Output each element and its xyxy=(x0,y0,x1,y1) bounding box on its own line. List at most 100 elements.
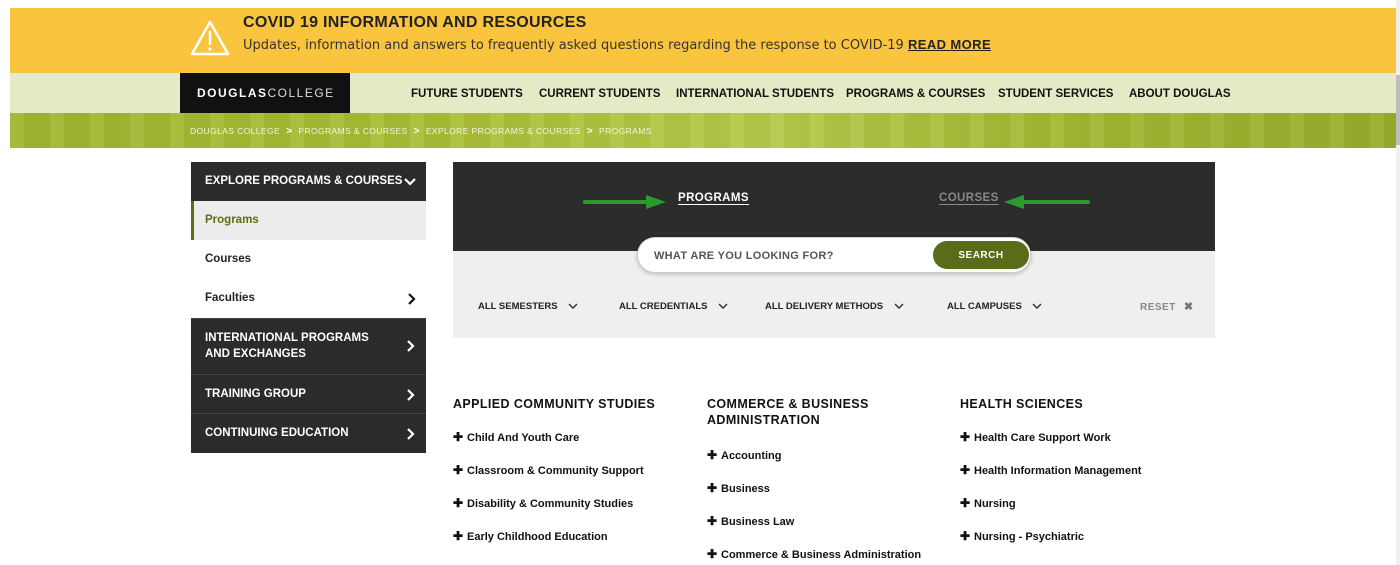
program-item[interactable]: ✚ Business Law xyxy=(707,514,794,528)
program-item[interactable]: ✚ Early Childhood Education xyxy=(453,529,608,543)
plus-icon: ✚ xyxy=(453,463,464,477)
sidebar-section-label: CONTINUING EDUCATION xyxy=(205,427,349,439)
breadcrumb-douglas-college[interactable]: DOUGLAS COLLEGE xyxy=(190,126,280,136)
program-item[interactable]: ✚ Nursing - Psychiatric xyxy=(960,529,1084,543)
plus-icon: ✚ xyxy=(960,463,971,477)
column-title-health-sciences: HEALTH SCIENCES xyxy=(960,397,1084,411)
plus-icon: ✚ xyxy=(960,430,971,444)
sidebar-item-faculties[interactable]: Faculties xyxy=(191,279,426,318)
sidebar-item-programs[interactable]: Programs xyxy=(191,201,426,240)
sidebar-section-label: TRAINING GROUP xyxy=(205,388,306,400)
plus-icon: ✚ xyxy=(960,529,971,543)
program-item[interactable]: ✚ Health Information Management xyxy=(960,463,1141,477)
sidebar-section-training[interactable]: TRAINING GROUP xyxy=(191,374,426,413)
reset-label: RESET xyxy=(1140,302,1176,313)
program-label: Child And Youth Care xyxy=(467,432,580,444)
nav-student-services[interactable]: STUDENT SERVICES xyxy=(998,73,1113,113)
breadcrumb-explore[interactable]: EXPLORE PROGRAMS & COURSES xyxy=(426,126,581,136)
program-item[interactable]: ✚ Accounting xyxy=(707,448,782,462)
filter-semesters[interactable]: ALL SEMESTERS xyxy=(478,301,578,312)
program-item[interactable]: ✚ Business xyxy=(707,481,770,495)
program-label: Business xyxy=(721,483,770,495)
tab-programs[interactable]: PROGRAMS xyxy=(678,192,749,205)
sidebar-section-label: INTERNATIONAL PROGRAMS AND EXCHANGES xyxy=(205,332,369,360)
program-label: Business Law xyxy=(721,516,795,528)
sidebar-header-explore[interactable]: EXPLORE PROGRAMS & COURSES xyxy=(191,162,426,201)
filter-label: ALL SEMESTERS xyxy=(478,301,558,312)
chevron-down-icon xyxy=(718,301,728,311)
college-logo[interactable]: DOUGLASCOLLEGE xyxy=(180,73,350,113)
program-item[interactable]: ✚ Disability & Community Studies xyxy=(453,496,633,510)
column-title-applied-community-studies: APPLIED COMMUNITY STUDIES xyxy=(453,397,656,411)
nav-about-douglas[interactable]: ABOUT DOUGLAS xyxy=(1129,73,1231,113)
chevron-right-icon xyxy=(407,375,415,413)
program-label: Health Care Support Work xyxy=(974,432,1111,444)
sidebar-header-label: EXPLORE PROGRAMS & COURSES xyxy=(205,175,403,187)
chevron-right-icon xyxy=(408,279,416,318)
covid-description: Updates, information and answers to freq… xyxy=(243,38,904,53)
program-label: Nursing xyxy=(974,498,1016,510)
plus-icon: ✚ xyxy=(707,448,718,462)
program-label: Commerce & Business Administration xyxy=(721,549,922,561)
program-item[interactable]: ✚ Child And Youth Care xyxy=(453,430,579,444)
chevron-right-icon xyxy=(407,339,415,355)
read-more-link[interactable]: READ MORE xyxy=(908,37,991,52)
program-label: Disability & Community Studies xyxy=(467,498,634,510)
plus-icon: ✚ xyxy=(707,514,718,528)
program-label: Accounting xyxy=(721,450,782,462)
breadcrumb: DOUGLAS COLLEGE > PROGRAMS & COURSES > EXPLO… xyxy=(190,113,652,148)
search-input[interactable] xyxy=(654,247,924,265)
chevron-right-icon: > xyxy=(413,126,420,137)
plus-icon: ✚ xyxy=(960,496,971,510)
plus-icon: ✚ xyxy=(453,430,464,444)
sidebar-item-label: Faculties xyxy=(205,292,255,304)
close-icon: ✖ xyxy=(1183,301,1194,313)
reset-button[interactable]: RESET ✖ xyxy=(1140,300,1194,313)
chevron-right-icon: > xyxy=(286,126,293,137)
chevron-down-icon xyxy=(1032,301,1042,311)
chevron-down-icon xyxy=(404,162,416,201)
filter-delivery-methods[interactable]: ALL DELIVERY METHODS xyxy=(765,301,904,312)
program-item[interactable]: ✚ Classroom & Community Support xyxy=(453,463,644,477)
program-item[interactable]: ✚ Nursing xyxy=(960,496,1016,510)
filter-credentials[interactable]: ALL CREDENTIALS xyxy=(619,301,728,312)
covid-title: COVID 19 INFORMATION AND RESOURCES xyxy=(243,14,587,31)
plus-icon: ✚ xyxy=(707,547,718,561)
chevron-right-icon xyxy=(407,414,415,453)
plus-icon: ✚ xyxy=(453,496,464,510)
filter-label: ALL CAMPUSES xyxy=(947,301,1022,312)
breadcrumb-bar: DOUGLAS COLLEGE > PROGRAMS & COURSES > EXPLO… xyxy=(10,113,1396,148)
program-item[interactable]: ✚ Health Care Support Work xyxy=(960,430,1111,444)
search-button[interactable]: SEARCH xyxy=(933,241,1029,269)
tab-courses[interactable]: COURSES xyxy=(939,192,999,205)
program-label: Nursing - Psychiatric xyxy=(974,531,1085,543)
logo-bold: DOUGLAS xyxy=(197,86,268,100)
breadcrumb-programs: PROGRAMS xyxy=(599,126,652,136)
nav-programs-courses[interactable]: PROGRAMS & COURSES xyxy=(846,73,985,113)
arrow-left-icon xyxy=(1004,195,1090,209)
filter-label: ALL CREDENTIALS xyxy=(619,301,708,312)
scrollbar-thumb[interactable] xyxy=(1396,75,1400,145)
plus-icon: ✚ xyxy=(453,529,464,543)
covid-text: Updates, information and answers to freq… xyxy=(243,37,991,53)
nav-international-students[interactable]: INTERNATIONAL STUDENTS xyxy=(676,73,834,113)
search-box: SEARCH xyxy=(637,237,1031,273)
program-item[interactable]: ✚ Commerce & Business Administration xyxy=(707,547,921,561)
program-label: Classroom & Community Support xyxy=(467,465,644,477)
chevron-down-icon xyxy=(568,301,578,311)
program-label: Health Information Management xyxy=(974,465,1142,477)
warning-icon xyxy=(190,20,230,56)
nav-current-students[interactable]: CURRENT STUDENTS xyxy=(539,73,660,113)
sidebar-section-international[interactable]: INTERNATIONAL PROGRAMS AND EXCHANGES xyxy=(191,318,426,374)
sidebar-section-continuing[interactable]: CONTINUING EDUCATION xyxy=(191,413,426,453)
breadcrumb-programs-courses[interactable]: PROGRAMS & COURSES xyxy=(298,126,407,136)
column-title-commerce-business: COMMERCE & BUSINESS ADMINISTRATION xyxy=(707,397,869,427)
arrow-right-icon xyxy=(583,195,666,209)
chevron-right-icon: > xyxy=(586,126,593,137)
sidebar-item-courses[interactable]: Courses xyxy=(191,240,426,279)
program-label: Early Childhood Education xyxy=(467,531,608,543)
filter-campuses[interactable]: ALL CAMPUSES xyxy=(947,301,1042,312)
chevron-down-icon xyxy=(894,301,904,311)
nav-future-students[interactable]: FUTURE STUDENTS xyxy=(411,73,523,113)
plus-icon: ✚ xyxy=(707,481,718,495)
